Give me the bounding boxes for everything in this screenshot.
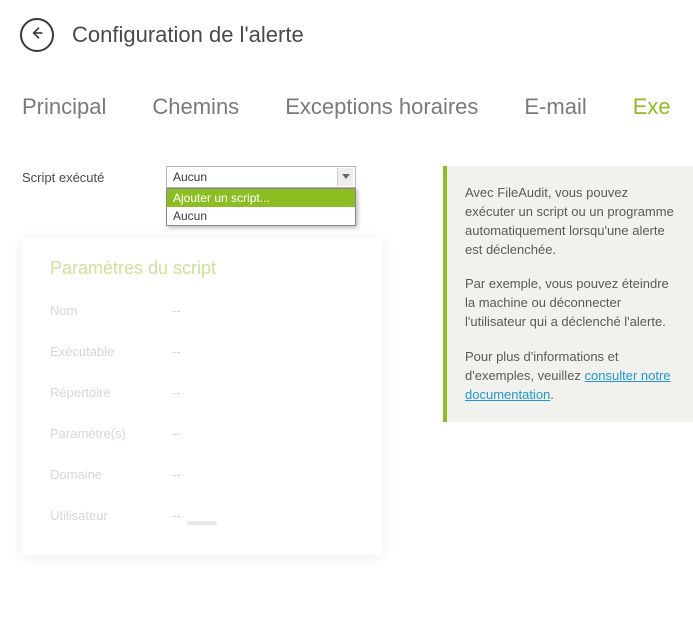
tab-email[interactable]: E-mail [524, 94, 586, 120]
info-text: Pour plus d'informations et d'exemples, … [465, 348, 675, 405]
info-text: Par exemple, vous pouvez éteindre la mac… [465, 275, 675, 332]
param-row-repertoire: Répertoire -- [50, 385, 354, 400]
dropdown-item-aucun[interactable]: Aucun [167, 207, 355, 225]
param-row-executable: Exécutable -- [50, 344, 354, 359]
param-row-domaine: Domaine -- [50, 467, 354, 482]
tab-bar: Principal Chemins Exceptions horaires E-… [0, 64, 693, 136]
param-label: Exécutable [50, 344, 172, 359]
param-value: -- [172, 426, 181, 441]
param-label: Domaine [50, 467, 172, 482]
param-value: -- [172, 508, 181, 523]
info-text: Avec FileAudit, vous pouvez exécuter un … [465, 184, 675, 259]
param-label: Nom [50, 303, 172, 318]
dropdown-item-add-script[interactable]: Ajouter un script... [167, 189, 355, 207]
tab-principal[interactable]: Principal [22, 94, 106, 120]
script-dropdown[interactable]: Aucun Ajouter un script... Aucun [166, 166, 356, 188]
tab-exceptions-horaires[interactable]: Exceptions horaires [285, 94, 478, 120]
param-label: Utilisateur [50, 508, 172, 523]
info-text-suffix: . [550, 387, 554, 402]
back-button[interactable] [20, 18, 54, 52]
tab-executer[interactable]: Exe [633, 94, 671, 120]
info-panel: Avec FileAudit, vous pouvez exécuter un … [443, 166, 693, 422]
chevron-down-icon [337, 168, 353, 186]
param-value: -- [172, 467, 181, 482]
params-title: Paramètres du script [50, 258, 354, 279]
script-params-panel: Paramètres du script Nom -- Exécutable -… [22, 238, 382, 555]
param-value: -- [172, 385, 181, 400]
param-value: -- [172, 344, 181, 359]
arrow-left-icon [29, 25, 45, 46]
param-label: Répertoire [50, 385, 172, 400]
param-value: -- [172, 303, 181, 318]
param-row-parametres: Paramètre(s) -- [50, 426, 354, 441]
script-field-label: Script exécuté [22, 170, 166, 185]
script-dropdown-trigger[interactable]: Aucun [166, 166, 356, 188]
script-dropdown-list: Ajouter un script... Aucun [166, 188, 356, 226]
param-row-nom: Nom -- [50, 303, 354, 318]
tab-chemins[interactable]: Chemins [152, 94, 239, 120]
param-label: Paramètre(s) [50, 426, 172, 441]
page-title: Configuration de l'alerte [72, 22, 304, 48]
script-dropdown-value: Aucun [173, 170, 207, 184]
